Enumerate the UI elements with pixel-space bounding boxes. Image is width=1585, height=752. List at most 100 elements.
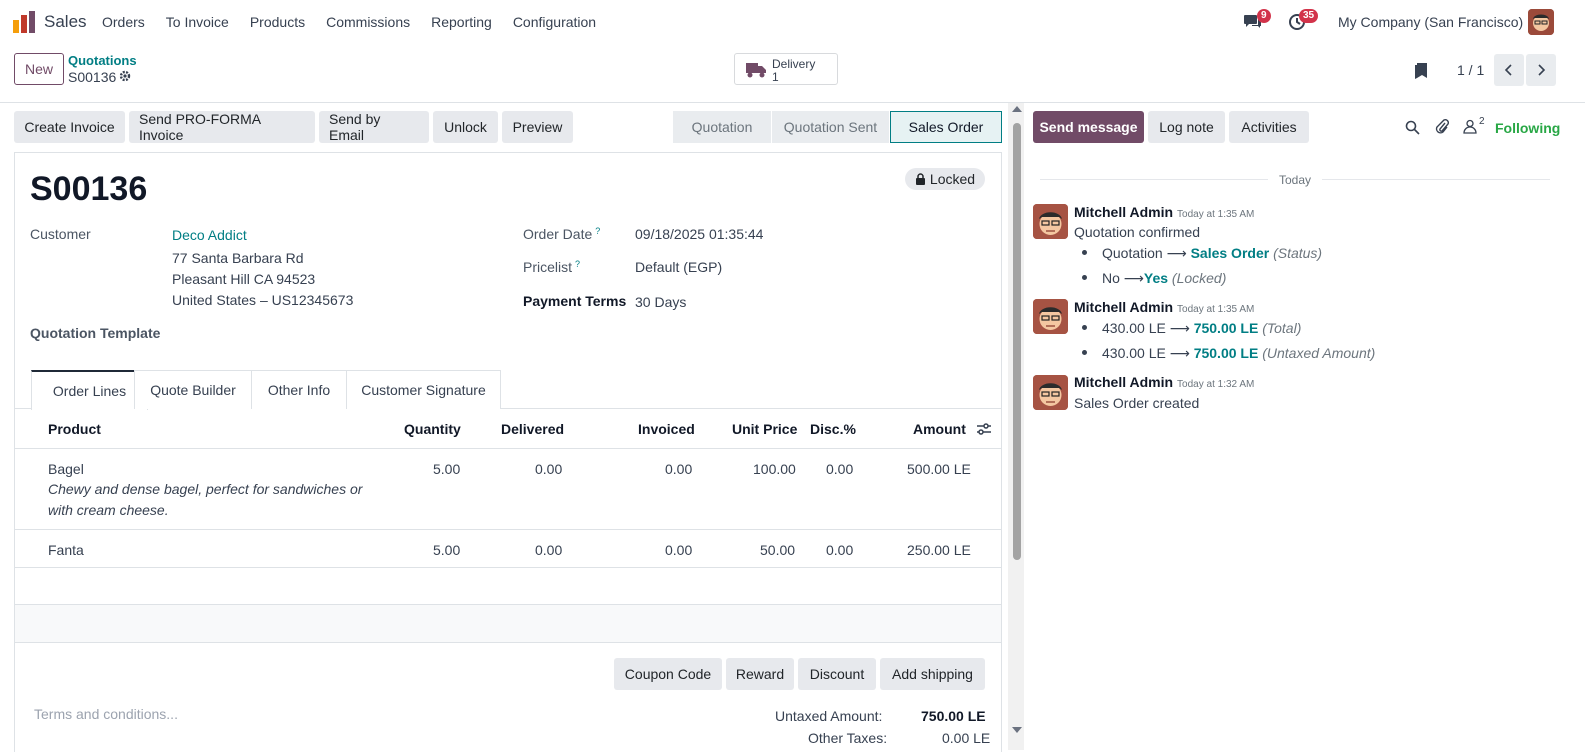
message-time: Today at 1:35 AM xyxy=(1177,209,1255,220)
settings-sliders-icon[interactable] xyxy=(976,422,992,436)
order-date-value[interactable]: 09/18/2025 01:35:44 xyxy=(635,226,763,242)
pager-next[interactable] xyxy=(1526,54,1556,86)
user-icon[interactable] xyxy=(1463,119,1477,134)
log-note-button[interactable]: Log note xyxy=(1148,111,1225,143)
delivery-label: Delivery xyxy=(772,57,816,71)
company-switcher[interactable]: My Company (San Francisco) xyxy=(1338,14,1523,30)
line-invoiced: 0.00 xyxy=(665,542,693,558)
payment-terms-label: Payment Terms xyxy=(523,293,627,309)
pricelist-value[interactable]: Default (EGP) xyxy=(635,259,722,275)
unlock-button[interactable]: Unlock xyxy=(433,111,498,143)
followers-count: 2 xyxy=(1479,116,1485,127)
coupon-code-button[interactable]: Coupon Code xyxy=(614,658,722,690)
empty-row xyxy=(15,605,1001,642)
menu-reporting[interactable]: Reporting xyxy=(431,14,492,30)
line-quantity[interactable]: 5.00 xyxy=(433,542,460,558)
bullet xyxy=(1082,250,1087,255)
line-amount: 250.00 LE xyxy=(907,542,971,558)
payment-terms-value[interactable]: 30 Days xyxy=(635,294,686,310)
col-amount[interactable]: Amount xyxy=(913,421,966,437)
tab-quote-builder[interactable]: Quote Builder xyxy=(134,370,252,409)
line-quantity[interactable]: 5.00 xyxy=(433,461,460,477)
col-unit-price[interactable]: Unit Price xyxy=(732,421,797,437)
col-quantity[interactable]: Quantity xyxy=(404,421,461,437)
help-tooltip-icon[interactable]: ? xyxy=(575,259,580,269)
menu-commissions[interactable]: Commissions xyxy=(326,14,410,30)
chevron-left-icon xyxy=(1504,64,1512,76)
top-navbar: Sales Orders To Invoice Products Commiss… xyxy=(0,0,1585,44)
date-divider-line xyxy=(1040,179,1268,180)
discount-button[interactable]: Discount xyxy=(798,658,876,690)
pager-value[interactable]: 1 / 1 xyxy=(1457,62,1484,78)
menu-configuration[interactable]: Configuration xyxy=(513,14,596,30)
avatar[interactable] xyxy=(1033,375,1068,410)
form-scrollbar-thumb[interactable] xyxy=(1013,123,1021,560)
menu-to-invoice[interactable]: To Invoice xyxy=(166,14,229,30)
breadcrumb-quotations[interactable]: Quotations xyxy=(68,53,137,68)
avatar[interactable] xyxy=(1033,299,1068,334)
tab-other-info[interactable]: Other Info xyxy=(251,370,347,409)
send-message-button[interactable]: Send message xyxy=(1033,111,1144,143)
terms-input[interactable]: Terms and conditions... xyxy=(34,706,178,722)
paperclip-icon[interactable] xyxy=(1435,118,1449,135)
delivery-smart-button[interactable]: Delivery 1 xyxy=(734,53,838,85)
line-product[interactable]: Fanta xyxy=(48,542,84,558)
sales-app-icon[interactable] xyxy=(12,10,36,34)
send-by-email-button[interactable]: Send by Email xyxy=(319,111,429,143)
menu-products[interactable]: Products xyxy=(250,14,305,30)
message-author[interactable]: Mitchell Admin Today at 1:32 AM xyxy=(1074,374,1254,390)
stage-sales-order[interactable]: Sales Order xyxy=(890,111,1002,143)
send-proforma-button[interactable]: Send PRO-FORMA Invoice xyxy=(129,111,315,143)
search-icon[interactable] xyxy=(1405,120,1420,135)
following-button[interactable]: Following xyxy=(1495,120,1560,136)
line-unit-price[interactable]: 50.00 xyxy=(760,542,795,558)
bookmark-icon[interactable] xyxy=(1414,62,1428,80)
scroll-down-arrow-icon[interactable] xyxy=(1012,727,1022,733)
locked-label: Locked xyxy=(929,171,976,187)
chevron-right-icon xyxy=(1538,64,1546,76)
help-tooltip-icon[interactable]: ? xyxy=(595,226,600,236)
tracking-change: 430.00 LE ⟶ 750.00 LE (Untaxed Amount) xyxy=(1102,345,1376,361)
preview-button[interactable]: Preview xyxy=(502,111,573,143)
delivery-count: 1 xyxy=(772,70,779,84)
stage-quotation-sent[interactable]: Quotation Sent xyxy=(771,111,889,143)
tab-customer-signature[interactable]: Customer Signature xyxy=(346,370,501,409)
tab-order-lines[interactable]: Order Lines xyxy=(31,370,148,410)
line-discount[interactable]: 0.00 xyxy=(826,461,853,477)
message-author[interactable]: Mitchell Admin Today at 1:35 AM xyxy=(1074,204,1254,220)
col-invoiced[interactable]: Invoiced xyxy=(638,421,695,437)
message-body: Sales Order created xyxy=(1074,395,1200,411)
chatter-panel xyxy=(1024,103,1585,750)
truck-icon xyxy=(746,63,766,78)
stage-quotation[interactable]: Quotation xyxy=(673,111,771,143)
message-body: Quotation confirmed xyxy=(1074,224,1201,240)
customer-link[interactable]: Deco Addict xyxy=(172,227,247,243)
avatar[interactable] xyxy=(1033,204,1068,239)
app-name[interactable]: Sales xyxy=(44,12,87,32)
gear-icon[interactable] xyxy=(119,70,131,82)
row-divider xyxy=(14,642,1002,643)
col-discount[interactable]: Disc.% xyxy=(810,421,856,437)
row-divider xyxy=(14,529,1002,530)
col-product[interactable]: Product xyxy=(48,421,101,437)
reward-button[interactable]: Reward xyxy=(726,658,794,690)
line-product[interactable]: Bagel xyxy=(48,461,84,477)
line-unit-price[interactable]: 100.00 xyxy=(753,461,796,477)
message-author[interactable]: Mitchell Admin Today at 1:35 AM xyxy=(1074,299,1254,315)
col-delivered[interactable]: Delivered xyxy=(501,421,564,437)
other-taxes-value: 0.00 LE xyxy=(942,730,991,746)
line-discount[interactable]: 0.00 xyxy=(826,542,853,558)
add-shipping-button[interactable]: Add shipping xyxy=(880,658,985,690)
user-avatar[interactable] xyxy=(1528,9,1554,35)
create-invoice-button[interactable]: Create Invoice xyxy=(14,111,125,143)
tracking-change: Quotation ⟶ Sales Order (Status) xyxy=(1102,245,1323,261)
new-button[interactable]: New xyxy=(14,53,64,85)
activities-button[interactable]: Activities xyxy=(1229,111,1309,143)
pricelist-label: Pricelist? xyxy=(523,259,581,275)
arrow-right-icon: ⟶ xyxy=(1169,320,1190,336)
untaxed-amount-value: 750.00 LE xyxy=(921,708,986,724)
menu-orders[interactable]: Orders xyxy=(102,14,145,30)
scroll-up-arrow-icon[interactable] xyxy=(1012,106,1022,112)
pager-previous[interactable] xyxy=(1494,54,1524,86)
address-line-3: United States – US12345673 xyxy=(172,292,354,308)
